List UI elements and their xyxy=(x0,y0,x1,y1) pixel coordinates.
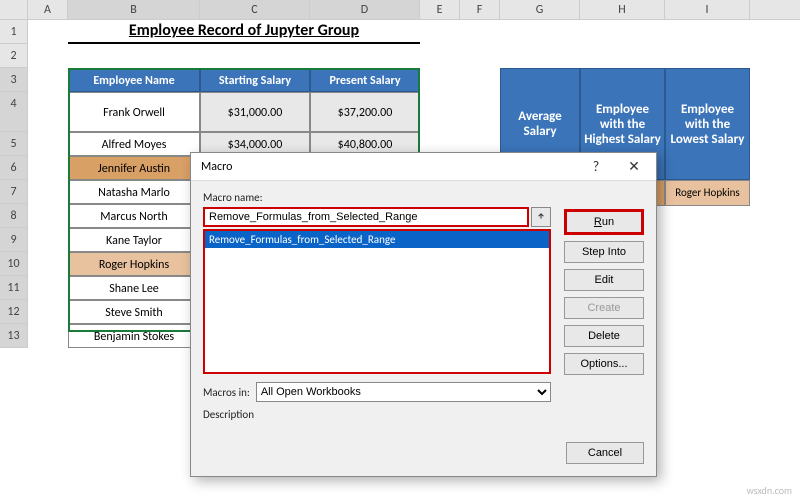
run-button[interactable]: Run xyxy=(564,209,644,235)
macro-list[interactable]: Remove_Formulas_from_Selected_Range xyxy=(203,229,551,374)
table-cell-name[interactable]: Marcus North xyxy=(68,204,200,228)
row-9[interactable]: 9 xyxy=(0,228,28,252)
row-6[interactable]: 6 xyxy=(0,156,28,180)
macros-in-label: Macros in: xyxy=(203,386,250,399)
th-present: Present Salary xyxy=(310,68,420,92)
list-item[interactable]: Remove_Formulas_from_Selected_Range xyxy=(205,231,549,248)
collapse-icon[interactable] xyxy=(531,207,551,227)
description-label: Description xyxy=(203,408,551,421)
col-G[interactable]: G xyxy=(500,0,580,19)
row-header-col: 1 2 3 4 5 6 7 8 9 10 11 12 13 xyxy=(0,20,28,348)
summary-lowest-value[interactable]: Roger Hopkins xyxy=(665,180,750,206)
table-cell-name[interactable]: Kane Taylor xyxy=(68,228,200,252)
watermark: wsxdn.com xyxy=(747,484,792,497)
page-title: Employee Record of Jupyter Group xyxy=(68,20,420,44)
close-button[interactable]: ✕ xyxy=(616,156,652,178)
col-F[interactable]: F xyxy=(460,0,500,19)
row-4[interactable]: 4 xyxy=(0,92,28,132)
column-header-row: A B C D E F G H I xyxy=(0,0,800,20)
table-cell-name[interactable]: Alfred Moyes xyxy=(68,132,200,156)
cancel-button[interactable]: Cancel xyxy=(566,442,644,464)
col-B[interactable]: B xyxy=(68,0,200,19)
table-cell-name[interactable]: Jennifer Austin xyxy=(68,156,200,180)
row-2[interactable]: 2 xyxy=(0,44,28,68)
row-13[interactable]: 13 xyxy=(0,324,28,348)
macro-name-input[interactable] xyxy=(203,207,529,227)
macros-in-select[interactable]: All Open Workbooks xyxy=(256,382,551,402)
row-7[interactable]: 7 xyxy=(0,180,28,204)
step-into-button[interactable]: Step Into xyxy=(564,241,644,263)
help-button[interactable]: ? xyxy=(578,156,614,178)
table-cell-name[interactable]: Natasha Marlo xyxy=(68,180,200,204)
macro-name-label: Macro name: xyxy=(203,191,551,204)
table-cell-name[interactable]: Shane Lee xyxy=(68,276,200,300)
th-name: Employee Name xyxy=(68,68,200,92)
table-cell-present[interactable]: $37,200.00 xyxy=(310,92,420,132)
table-cell-name[interactable]: Benjamin Stokes xyxy=(68,324,200,348)
col-H[interactable]: H xyxy=(580,0,665,19)
col-E[interactable]: E xyxy=(420,0,460,19)
table-cell-name[interactable]: Frank Orwell xyxy=(68,92,200,132)
row-11[interactable]: 11 xyxy=(0,276,28,300)
th-start: Starting Salary xyxy=(200,68,310,92)
row-1[interactable]: 1 xyxy=(0,20,28,44)
summary-lowest-label: Employee with the Lowest Salary xyxy=(665,68,750,180)
col-D[interactable]: D xyxy=(310,0,420,19)
col-C[interactable]: C xyxy=(200,0,310,19)
col-A[interactable]: A xyxy=(28,0,68,19)
select-all[interactable] xyxy=(0,0,28,19)
delete-button[interactable]: Delete xyxy=(564,325,644,347)
description-box xyxy=(203,424,551,464)
row-8[interactable]: 8 xyxy=(0,204,28,228)
row-10[interactable]: 10 xyxy=(0,252,28,276)
table-cell-name[interactable]: Roger Hopkins xyxy=(68,252,200,276)
dialog-title: Macro xyxy=(201,160,232,174)
dialog-titlebar[interactable]: Macro ? ✕ xyxy=(191,153,656,181)
table-cell-name[interactable]: Steve Smith xyxy=(68,300,200,324)
row-3[interactable]: 3 xyxy=(0,68,28,92)
create-button: Create xyxy=(564,297,644,319)
row-5[interactable]: 5 xyxy=(0,132,28,156)
macro-dialog: Macro ? ✕ Macro name: Remove_Formulas_fr… xyxy=(190,152,657,477)
options-button[interactable]: Options... xyxy=(564,353,644,375)
row-12[interactable]: 12 xyxy=(0,300,28,324)
table-cell-start[interactable]: $31,000.00 xyxy=(200,92,310,132)
edit-button[interactable]: Edit xyxy=(564,269,644,291)
col-I[interactable]: I xyxy=(665,0,750,19)
